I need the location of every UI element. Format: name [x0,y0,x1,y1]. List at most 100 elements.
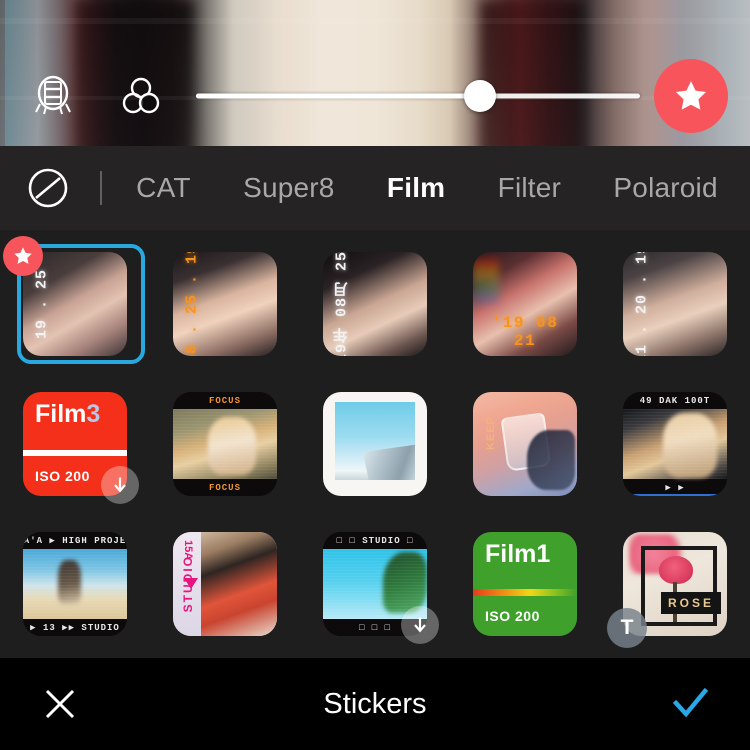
slider-track [196,93,640,99]
triangle-marker-icon [184,577,198,589]
sticker-polaroid-building[interactable] [309,382,441,506]
sticker-studio-15a[interactable]: STUDIO 15A [159,522,291,646]
sticker-film1-tile[interactable]: Film1 ISO 200 [459,522,591,646]
film-tile-title-main: Film [485,540,537,568]
polaroid-photo [335,402,415,480]
sticker-rose[interactable]: ROSE T [607,522,741,648]
sticker-film-date-11-20-19[interactable]: 11 . 20 . 19 [609,242,741,366]
film-strip-image [23,549,127,619]
sticker-thumbnail: '19 08 21 [473,252,577,356]
category-tabs: CAT Super8 Film Filter Polaroid [110,172,750,204]
check-icon [672,687,709,718]
sticker-row: Film3 ISO 200 FOCUS FOCUS KEEP 49 DAK 100T ▶ ▶ [0,382,750,522]
film-tile-title: Film1 [485,542,565,567]
sticker-film-date-190821[interactable]: '19 08 21 [459,242,591,366]
intensity-slider[interactable] [196,65,640,127]
sticker-focus-strip[interactable]: FOCUS FOCUS [159,382,291,506]
sticker-dak-100t-strip[interactable]: 49 DAK 100T ▶ ▶ [609,382,741,506]
confirm-button[interactable] [664,678,716,730]
sticker-thumbnail: 11 . 20 . 19 [623,252,727,356]
sticker-film-date-cjk[interactable]: '19年 08月 25日 [309,242,441,366]
sticker-thumbnail: '19年 08月 25日 [323,252,427,356]
sticker-film-date-19-25[interactable]: 19 . 25 [3,236,145,366]
film-strip: KA'A ▶ HIGH PROJEC ▶ 13 ▶▶ STUDIO [23,532,127,636]
sticker-thumbnail: Film1 ISO 200 [473,532,577,636]
sticker-picker-screen: CAT Super8 Film Filter Polaroid 19 . 25 88 . … [0,0,750,750]
sticker-high-project-strip[interactable]: KA'A ▶ HIGH PROJEC ▶ 13 ▶▶ STUDIO [9,522,141,646]
figure-shape [58,560,82,604]
hand-shape [527,429,575,490]
close-icon [45,689,75,719]
film-strip-top-label: KA'A ▶ HIGH PROJEC [23,532,127,549]
sticker-film3-tile[interactable]: Film3 ISO 200 [9,382,141,506]
jar-side-text: KEEP [485,416,497,450]
sticker-panel: CAT Super8 Film Filter Polaroid 19 . 25 88 . … [0,146,750,658]
film-strip-bottom-label: FOCUS [173,479,277,496]
film-tile-title-main: Film [35,400,87,428]
date-stamp: '19 08 21 [491,314,559,350]
film-strip: FOCUS FOCUS [173,392,277,496]
figure-shape [208,417,257,475]
studio-sticker-image: STUDIO 15A [173,532,277,636]
favorite-badge [3,236,43,276]
sticker-thumbnail: FOCUS FOCUS [173,392,277,496]
download-arrow-icon [414,617,426,633]
editor-toolbar [0,52,750,140]
sticker-thumbnail [323,392,427,496]
studio-code-text: 15A [182,540,194,561]
download-badge[interactable] [401,606,439,644]
category-tabbar: CAT Super8 Film Filter Polaroid [0,146,750,230]
sticker-mason-jar[interactable]: KEEP [459,382,591,506]
cancel-button[interactable] [34,678,86,730]
film-tile-title-number: 3 [86,400,101,428]
polaroid-frame [323,392,427,496]
portrait-image [201,532,277,636]
film-tile-stripe [473,589,577,596]
star-icon [14,247,32,264]
favorite-star-button[interactable] [654,59,728,133]
text-badge[interactable]: T [607,608,647,648]
film-tile-title: Film3 [35,402,115,427]
download-badge[interactable] [101,466,139,504]
download-arrow-icon [114,477,126,493]
film-strip-top-label: 49 DAK 100T [623,392,727,409]
date-stamp: '19年 08月 25日 [333,252,351,356]
camera-shutter-icon[interactable] [22,65,84,127]
bottom-action-bar: Stickers [0,658,750,750]
panel-title: Stickers [323,687,427,720]
date-stamp: 11 . 20 . 19 [633,252,651,356]
no-filter-icon[interactable] [22,162,74,214]
film-strip-top-label: FOCUS [173,392,277,409]
film-strip-image [173,409,277,479]
film-strip-image [623,409,727,479]
slider-thumb[interactable] [464,80,497,112]
tab-film[interactable]: Film [387,172,445,204]
sticker-palm-strip[interactable]: □ □ STUDIO □ □ □ □ [309,522,441,646]
sticker-row: KA'A ▶ HIGH PROJEC ▶ 13 ▶▶ STUDIO STUDIO 15… [0,522,750,662]
figure-shape [662,413,717,478]
film-strip-bottom-label: ▶ 13 ▶▶ STUDIO [23,619,127,636]
tab-cat[interactable]: CAT [136,172,191,204]
sticker-row: 19 . 25 88 . 25 . 19 '19年 08月 25日 '19 08 21… [0,236,750,382]
sticker-grid[interactable]: 19 . 25 88 . 25 . 19 '19年 08月 25日 '19 08 21… [0,230,750,658]
palm-shape [383,551,427,614]
film-tile-title-number: 1 [536,540,551,568]
film-tile-stripe [23,450,127,456]
building-shape [363,444,415,480]
sticker-thumbnail: 88 . 25 . 19 [173,252,277,356]
film-strip-bottom-label: ▶ ▶ [623,479,727,496]
sticker-film-date-88-25-19[interactable]: 88 . 25 . 19 [159,242,291,366]
star-icon [675,81,707,110]
mason-jar-image: KEEP [473,392,577,496]
three-circles-icon[interactable] [110,65,172,127]
rose-label: ROSE [660,592,721,614]
film-strip-top-label: □ □ STUDIO □ [323,532,427,549]
tab-super8[interactable]: Super8 [243,172,335,204]
slider-fill [196,93,481,99]
light-leak [473,258,499,304]
film-strip: 49 DAK 100T ▶ ▶ [623,392,727,496]
tab-polaroid[interactable]: Polaroid [613,172,717,204]
date-stamp: 88 . 25 . 19 [183,252,201,356]
tab-filter[interactable]: Filter [498,172,561,204]
sticker-thumbnail: 49 DAK 100T ▶ ▶ [623,392,727,496]
